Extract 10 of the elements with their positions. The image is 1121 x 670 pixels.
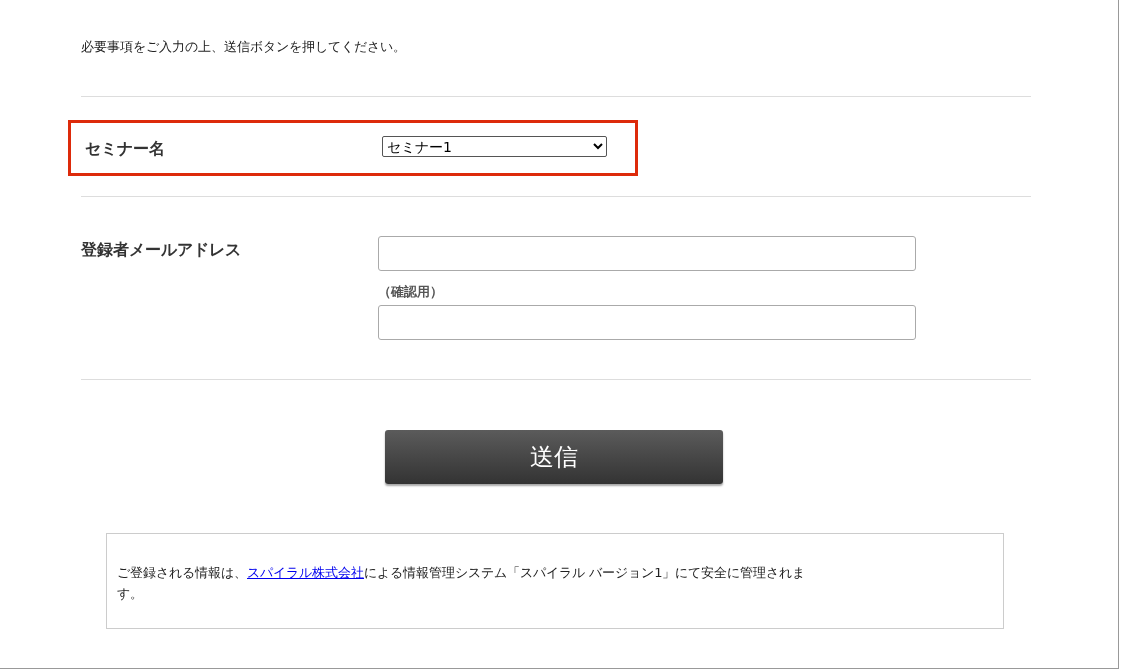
instruction-text: 必要事項をご入力の上、送信ボタンを押してください。 (81, 38, 407, 56)
field-label: セミナー名 (85, 138, 166, 160)
privacy-notice: ご登録される情報は、スパイラル株式会社による情報管理システム「スパイラル バージョン1」にて安全に管理されます。 (117, 564, 807, 603)
company-link[interactable]: スパイラル株式会社 (247, 565, 364, 580)
confirm-label: （確認用） (378, 283, 444, 301)
email-input[interactable] (378, 236, 916, 271)
email-confirm-input[interactable] (378, 305, 916, 340)
seminar-select[interactable]: セミナー1 (382, 136, 607, 157)
submit-button[interactable]: 送信 (384, 430, 723, 484)
field-label: 登録者メールアドレス (81, 239, 242, 261)
